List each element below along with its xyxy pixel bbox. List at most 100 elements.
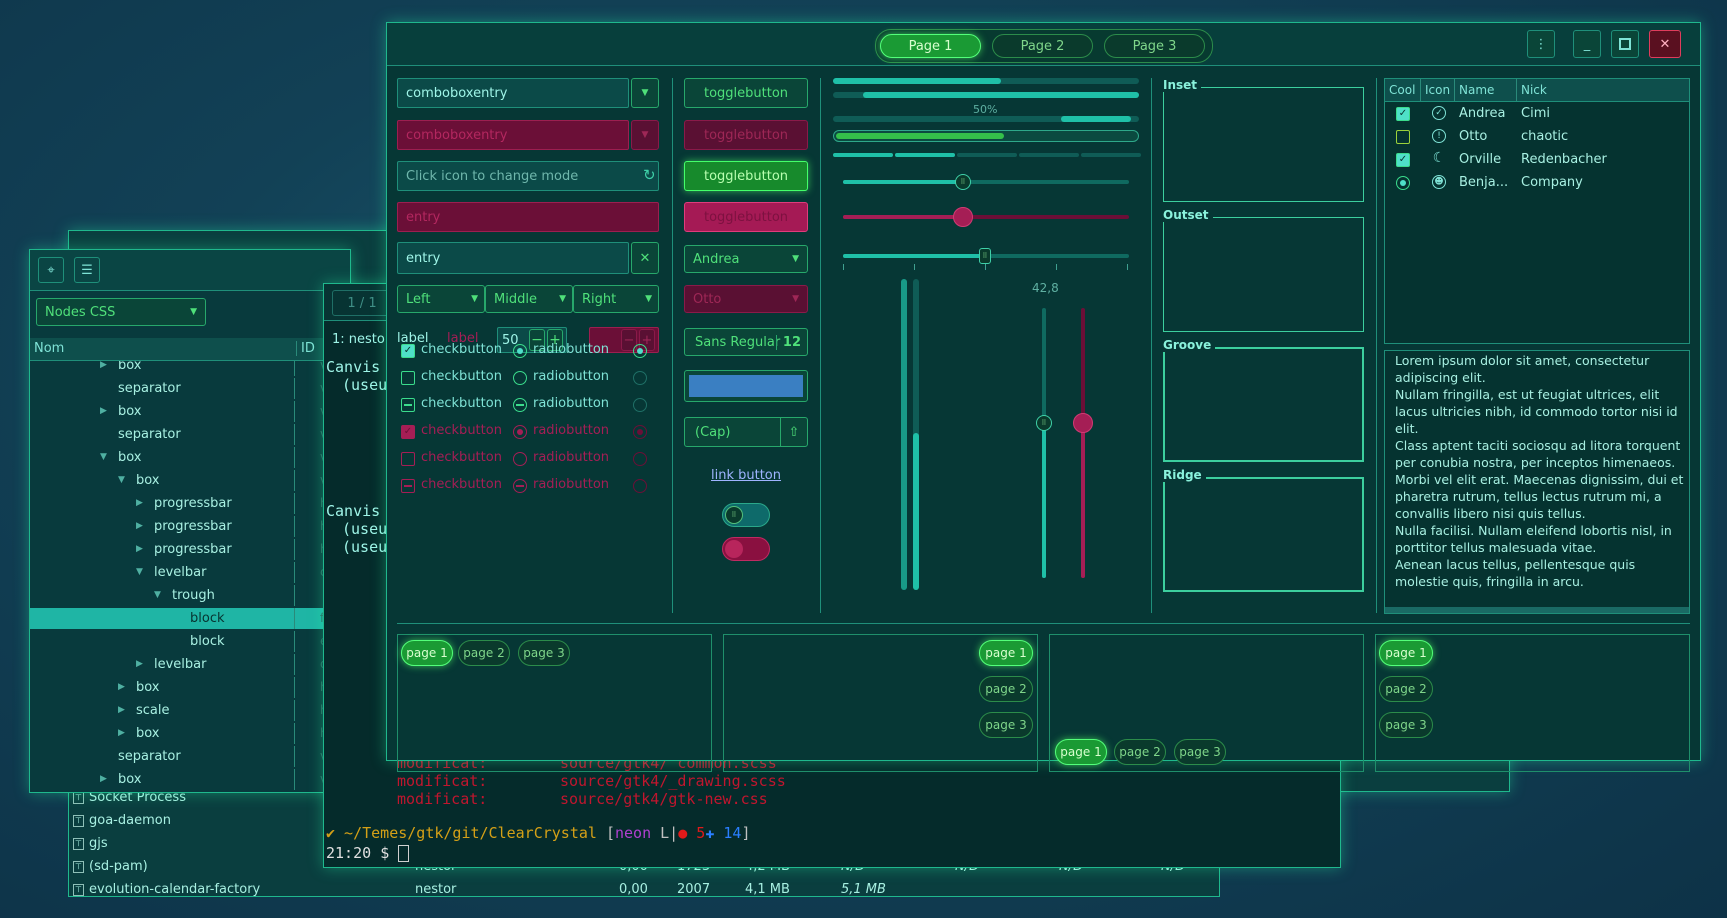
comboboxentry[interactable]: comboboxentry [397, 78, 629, 108]
notebook-right-tab-2[interactable]: page 2 [979, 676, 1033, 702]
radiobutton-label-2[interactable]: radiobutton [533, 369, 609, 384]
standalone-radio-2[interactable] [633, 371, 647, 385]
notebook-right-tab-3[interactable]: page 3 [979, 712, 1033, 738]
notebook-right-tab-1[interactable]: page 1 [979, 640, 1033, 666]
chevron-right-icon[interactable]: ▶ [118, 677, 125, 698]
tree-row[interactable]: separatorvertical [30, 746, 350, 767]
tree-row[interactable]: blockfilled high [30, 608, 350, 629]
tree-row[interactable]: ! Otto chaotic [1385, 126, 1689, 148]
seg-right[interactable]: Right ▼ [573, 285, 659, 313]
checkbutton-label-1[interactable]: checkbutton [421, 342, 502, 357]
col-nick[interactable]: Nick [1517, 79, 1689, 101]
font-button[interactable]: Sans Regular 12 [684, 328, 808, 356]
scrollbar[interactable] [1385, 607, 1689, 613]
chevron-down-icon[interactable]: ▼ [118, 470, 125, 491]
chevron-down-icon[interactable]: ▼ [100, 447, 107, 468]
entry-field[interactable]: entry [397, 242, 629, 274]
tree-row[interactable]: separatorvertical [30, 378, 350, 399]
checkbutton-box-3[interactable] [401, 398, 415, 412]
entry-clear-button[interactable]: ✕ [631, 242, 659, 274]
togglebutton-3-active[interactable]: togglebutton [684, 161, 808, 191]
object-list-button[interactable]: ☰ [74, 257, 100, 283]
tab-page-2[interactable]: Page 2 [992, 34, 1093, 58]
cool-checkbox[interactable]: ✓ [1396, 153, 1410, 167]
notebook-top-tab-2[interactable]: page 2 [458, 640, 510, 666]
maximize-button[interactable] [1611, 30, 1639, 58]
togglebutton-1[interactable]: togglebutton [684, 78, 808, 108]
radiobutton-label-1[interactable]: radiobutton [533, 342, 609, 357]
tree-row[interactable]: ✓ ✓ Andrea Cimi [1385, 103, 1689, 125]
col-id[interactable]: ID [296, 341, 315, 356]
seg-left[interactable]: Left ▼ [397, 285, 485, 313]
minimize-button[interactable]: _ [1573, 30, 1601, 58]
tree-row[interactable]: ▼levelbarcontinuous [30, 562, 350, 583]
tree-row[interactable]: ▶progressbarhorizontal [30, 493, 350, 514]
chevron-down-icon[interactable]: ▼ [154, 585, 161, 606]
chevron-right-icon[interactable]: ▶ [118, 723, 125, 744]
cool-checkbox[interactable]: ✓ [1396, 107, 1410, 121]
standalone-radio-3[interactable] [633, 398, 647, 412]
file-chooser-button[interactable]: (Cap) ⇧ [684, 417, 808, 447]
tree-row[interactable]: ▶progressbarhorizontal [30, 516, 350, 537]
tree-row[interactable]: ▶boxhorizontal [30, 677, 350, 698]
page-counter-combo[interactable]: 1 / 1 [332, 290, 392, 316]
notebook-top-tab-3[interactable]: page 3 [518, 640, 570, 666]
tree-row[interactable]: ✓ ☾ Orville Redenbacher [1385, 149, 1689, 171]
chevron-right-icon[interactable]: ▶ [136, 516, 143, 537]
chevron-down-icon[interactable]: ▼ [136, 562, 143, 583]
vscale-knob-1[interactable]: ⠿ [1036, 415, 1052, 431]
col-cool[interactable]: Cool [1385, 79, 1421, 101]
process-row[interactable]: ⊤ evolution-calendar-factory nestor 0,00 200… [69, 880, 1219, 902]
cool-radio[interactable] [1396, 176, 1410, 190]
checkbutton-box-2[interactable] [401, 371, 415, 385]
nodes-css-combo[interactable]: Nodes CSS ▼ [36, 298, 206, 326]
comboboxentry-dropdown[interactable]: ▼ [631, 78, 659, 108]
seg-middle[interactable]: Middle ▼ [485, 285, 573, 313]
notebook-bottom-tab-1[interactable]: page 1 [1055, 739, 1107, 765]
checkbutton-label-2[interactable]: checkbutton [421, 369, 502, 384]
target-button[interactable]: ⌖ [38, 257, 64, 283]
scale-knob-1[interactable]: ⠿ [955, 174, 971, 190]
tree-row[interactable]: ▶boxvertical [30, 769, 350, 790]
notebook-left-tab-2[interactable]: page 2 [1379, 676, 1433, 702]
checkbutton-box-1[interactable]: ✓ [401, 344, 415, 358]
chevron-right-icon[interactable]: ▶ [100, 401, 107, 422]
chevron-right-icon[interactable]: ▶ [136, 539, 143, 560]
tab-page-3[interactable]: Page 3 [1104, 34, 1205, 58]
switch-on[interactable]: ⠿ [722, 503, 770, 527]
chevron-right-icon[interactable]: ▶ [118, 700, 125, 721]
cool-checkbox[interactable] [1396, 130, 1410, 144]
chevron-right-icon[interactable]: ▶ [136, 493, 143, 514]
tree-row[interactable]: ▶boxvertical [30, 361, 350, 376]
scale-knob-3[interactable]: ⠿ [979, 248, 991, 264]
tree-row[interactable]: ▶progressbarhorizontal [30, 539, 350, 560]
standalone-radio-1[interactable] [633, 344, 647, 358]
notebook-left-tab-3[interactable]: page 3 [1379, 712, 1433, 738]
col-name[interactable]: Name [1455, 79, 1517, 101]
combo-andrea[interactable]: Andrea ▼ [684, 245, 808, 273]
chevron-right-icon[interactable]: ▶ [100, 769, 107, 790]
notebook-bottom-tab-2[interactable]: page 2 [1114, 739, 1166, 765]
notebook-top-tab-1[interactable]: page 1 [401, 640, 453, 666]
notebook-left-tab-1[interactable]: page 1 [1379, 640, 1433, 666]
tab-page-1[interactable]: Page 1 [880, 34, 981, 58]
col-name[interactable]: Nom [34, 341, 64, 356]
tree-row[interactable]: ▶boxhorizontal [30, 723, 350, 744]
chevron-right-icon[interactable]: ▶ [100, 361, 107, 376]
text-view[interactable]: Lorem ipsum dolor sit amet, consectetur a… [1384, 350, 1690, 614]
terminal-tab[interactable]: 1: nestor [332, 332, 390, 347]
radiobutton-circle-3[interactable] [513, 398, 527, 412]
col-icon[interactable]: Icon [1421, 79, 1455, 101]
link-button[interactable]: link button [711, 468, 781, 483]
refresh-icon[interactable]: ↻ [643, 166, 656, 184]
tree-row[interactable]: ▶boxvertical [30, 401, 350, 422]
tree-row[interactable]: blockempty [30, 631, 350, 652]
tree-row[interactable]: ▶scalehorizontal [30, 700, 350, 721]
close-button[interactable]: ✕ [1649, 30, 1681, 58]
icon-entry[interactable]: Click icon to change mode [397, 161, 659, 191]
color-button[interactable] [684, 370, 808, 402]
radiobutton-label-3[interactable]: radiobutton [533, 396, 609, 411]
radiobutton-circle-1[interactable] [513, 344, 527, 358]
notebook-bottom-tab-3[interactable]: page 3 [1174, 739, 1226, 765]
tree-row[interactable]: ▼boxvertical [30, 447, 350, 468]
